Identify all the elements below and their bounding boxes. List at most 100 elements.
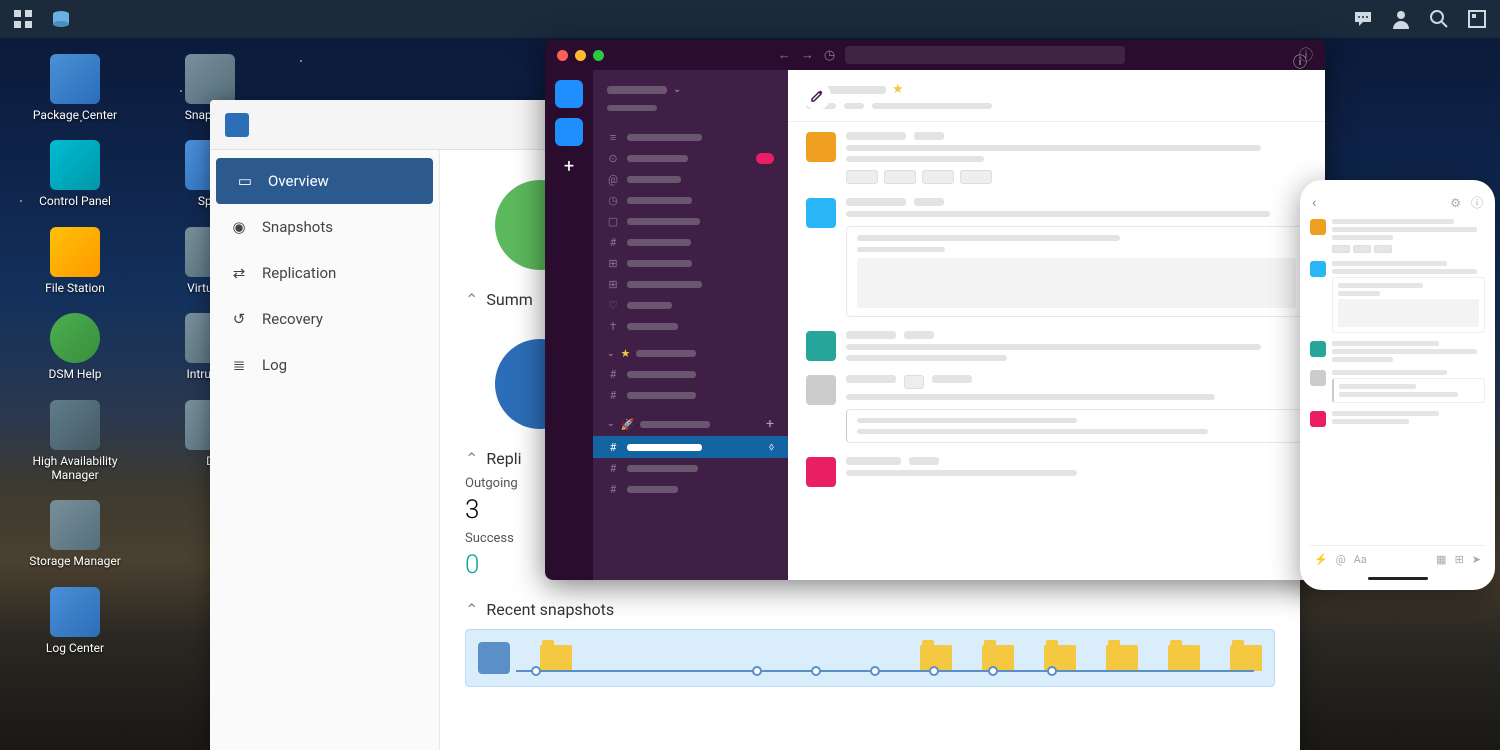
nav-forward-icon[interactable]: → — [801, 47, 814, 63]
sidebar-item-snapshots[interactable]: ◉Snapshots — [210, 204, 439, 250]
sidebar-section-starred[interactable]: ⌄★ — [593, 337, 788, 364]
channel-item[interactable]: # — [593, 385, 788, 406]
nav-label: Log — [262, 356, 287, 374]
avatar[interactable] — [1310, 370, 1326, 386]
chevron-down-icon: ⌃ — [465, 290, 478, 309]
channel-item[interactable]: #⬨ — [593, 436, 788, 458]
folder-icon — [1168, 645, 1200, 671]
channel-name — [627, 134, 702, 141]
avatar[interactable] — [1310, 219, 1326, 235]
composer-icon[interactable]: ➤ — [1472, 553, 1481, 566]
channel-item[interactable]: ⊙ — [593, 148, 788, 169]
settings-icon[interactable]: ⚙ — [1450, 196, 1461, 210]
message-list[interactable] — [788, 122, 1325, 580]
composer-icon[interactable]: ▦ — [1436, 553, 1446, 566]
app-label: High Availability Manager — [25, 454, 125, 483]
channel-item[interactable]: † — [593, 316, 788, 337]
desktop-icon[interactable]: Storage Manager — [20, 496, 130, 572]
avatar[interactable] — [806, 198, 836, 228]
user-icon[interactable] — [1388, 6, 1414, 32]
mobile-composer[interactable]: ⚡ @ Aa ▦ ⊞ ➤ — [1310, 545, 1485, 573]
composer-icon[interactable]: ⚡ — [1314, 553, 1328, 566]
drive-icon[interactable] — [48, 6, 74, 32]
workspace-switcher[interactable] — [555, 80, 583, 108]
avatar[interactable] — [806, 331, 836, 361]
channel-item[interactable]: ◷ — [593, 190, 788, 211]
channel-item[interactable]: # — [593, 232, 788, 253]
workspace-switcher[interactable] — [555, 118, 583, 146]
history-icon[interactable]: ◷ — [824, 48, 835, 63]
desktop-icon[interactable]: DSM Help — [20, 309, 130, 385]
sidebar-item-replication[interactable]: ⇄Replication — [210, 250, 439, 296]
back-icon[interactable]: ‹ — [1312, 195, 1316, 211]
widget-icon[interactable] — [1464, 6, 1490, 32]
message-attachment[interactable] — [846, 409, 1307, 443]
channel-item[interactable]: ⊞ — [593, 253, 788, 274]
desktop-icon[interactable]: File Station — [20, 223, 130, 299]
composer-icon[interactable]: ⊞ — [1455, 553, 1464, 566]
app-icon — [50, 54, 100, 104]
chat-icon[interactable] — [1350, 6, 1376, 32]
compose-button[interactable] — [803, 82, 831, 110]
workspace-header[interactable]: ⌄ — [593, 78, 788, 101]
message-attachment[interactable] — [846, 226, 1307, 317]
maximize-icon[interactable] — [593, 50, 604, 61]
nav-icon: ⇄ — [228, 262, 250, 284]
sidebar-item-log[interactable]: ≣Log — [210, 342, 439, 388]
reaction[interactable] — [884, 170, 916, 184]
search-icon[interactable] — [1426, 6, 1452, 32]
section-recent-snapshots[interactable]: ⌃Recent snapshots — [465, 600, 1275, 619]
desktop-icon[interactable]: High Availability Manager — [20, 396, 130, 487]
avatar[interactable] — [1310, 411, 1326, 427]
avatar[interactable] — [1310, 341, 1326, 357]
star-icon[interactable]: ★ — [892, 82, 904, 97]
composer-icon[interactable]: Aa — [1354, 553, 1367, 566]
avatar[interactable] — [806, 375, 836, 405]
section-label — [636, 350, 696, 357]
nav-back-icon[interactable]: ← — [778, 47, 791, 63]
channel-name — [627, 239, 691, 246]
message-pane: ★ ⓘ — [788, 70, 1325, 580]
channel-item[interactable]: ⊞ — [593, 274, 788, 295]
apps-menu-icon[interactable] — [10, 6, 36, 32]
channel-item[interactable]: ≡ — [593, 127, 788, 148]
close-icon[interactable] — [557, 50, 568, 61]
reaction[interactable] — [846, 170, 878, 184]
channel-item[interactable]: @ — [593, 169, 788, 190]
sidebar-item-recovery[interactable]: ↺Recovery — [210, 296, 439, 342]
avatar[interactable] — [806, 132, 836, 162]
add-workspace-icon[interactable]: + — [564, 156, 574, 177]
info-icon[interactable]: ⓘ — [1471, 194, 1483, 211]
channel-item[interactable]: ♡ — [593, 295, 788, 316]
channel-name — [627, 176, 681, 183]
info-icon[interactable]: ⓘ — [1293, 52, 1307, 72]
desktop-icon[interactable]: Control Panel — [20, 136, 130, 212]
slack-titlebar[interactable]: ← → ◷ ⓘ — [545, 40, 1325, 70]
avatar[interactable] — [806, 457, 836, 487]
image-placeholder — [857, 258, 1296, 308]
mobile-message-list[interactable] — [1310, 219, 1485, 545]
channel-name — [627, 218, 700, 225]
channel-item[interactable]: # — [593, 479, 788, 500]
channel-header: ★ ⓘ — [788, 70, 1325, 122]
avatar[interactable] — [1310, 261, 1326, 277]
channel-item[interactable]: # — [593, 458, 788, 479]
desktop-icon[interactable]: Log Center — [20, 583, 130, 659]
sidebar-item-overview[interactable]: ▭Overview — [216, 158, 433, 204]
channel-item[interactable]: # — [593, 364, 788, 385]
folder-icon — [540, 645, 572, 671]
desktop-icon[interactable]: Package Center — [20, 50, 130, 126]
minimize-icon[interactable] — [575, 50, 586, 61]
channel-item[interactable]: ▢ — [593, 211, 788, 232]
composer-icon[interactable]: @ — [1336, 553, 1346, 566]
add-channel-icon[interactable]: + — [766, 416, 774, 432]
app-icon — [50, 227, 100, 277]
app-label: Package Center — [33, 108, 117, 122]
app-label: File Station — [45, 281, 105, 295]
reaction[interactable] — [960, 170, 992, 184]
workspace-rail: + — [545, 70, 593, 580]
search-input[interactable] — [845, 46, 1125, 64]
sidebar-section-channels[interactable]: ⌄🚀+ — [593, 406, 788, 436]
reaction[interactable] — [922, 170, 954, 184]
snapshot-timeline[interactable] — [465, 629, 1275, 687]
